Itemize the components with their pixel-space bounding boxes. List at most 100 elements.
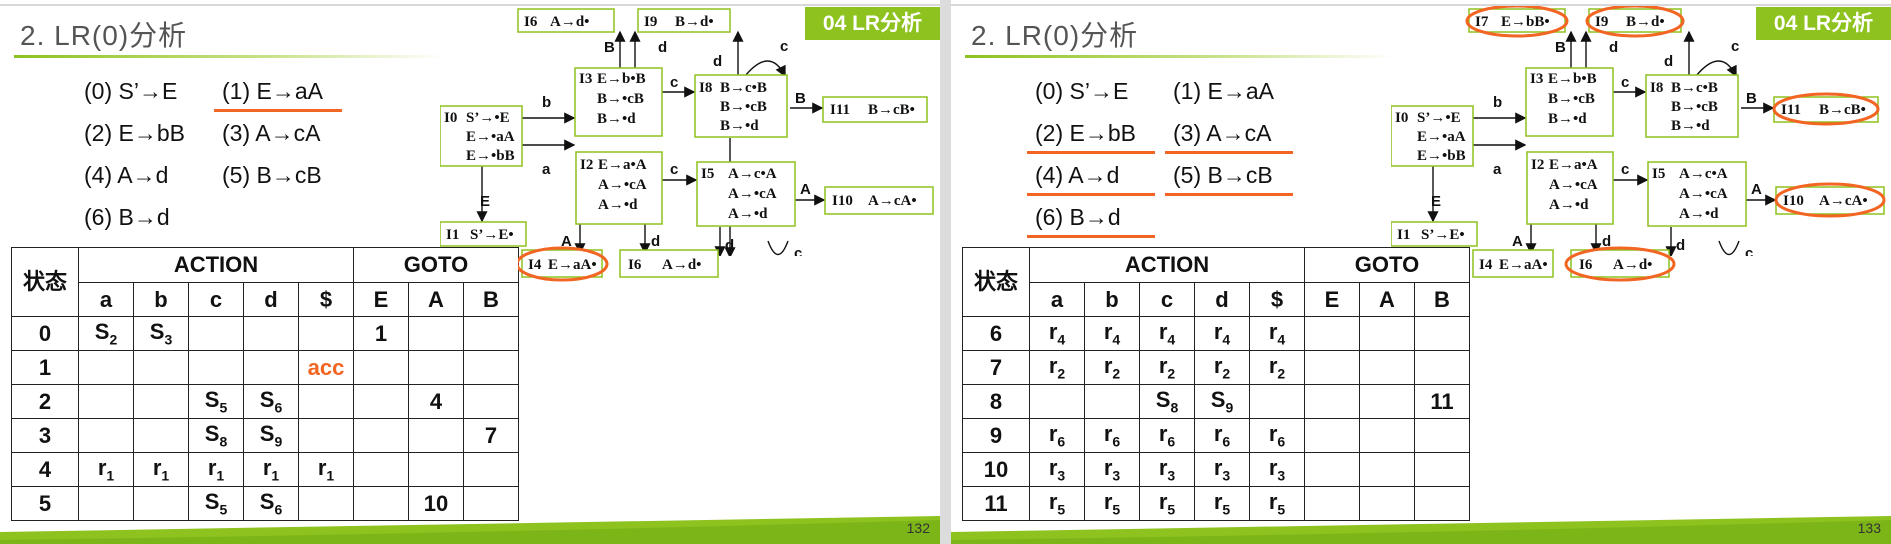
dfa-state-id: I6	[524, 14, 538, 30]
production-3: (3) A→cA	[222, 120, 321, 146]
dfa-state-id: I10	[1783, 193, 1804, 209]
col-header: E	[353, 282, 409, 317]
table-cell	[1304, 418, 1360, 453]
dfa-item: B→d•	[1626, 14, 1665, 30]
table-cell	[243, 350, 299, 385]
dfa-state-id: I8	[699, 80, 712, 96]
table-cell	[1359, 452, 1415, 487]
dfa-item: E→•bB	[1417, 148, 1466, 164]
table-cell	[408, 316, 464, 351]
dfa-item: B→•d	[1548, 111, 1587, 127]
production-6-underline	[1027, 235, 1155, 238]
dfa-item: B→•cB	[720, 99, 767, 115]
dfa-state-id: I2	[1531, 157, 1544, 173]
dfa-item: A→cA•	[868, 193, 917, 209]
table-cell	[78, 418, 134, 453]
edge-label: c	[1621, 74, 1629, 91]
table-cell	[133, 350, 189, 385]
table-cell	[78, 350, 134, 385]
dfa-item: A→•d	[1679, 206, 1719, 222]
table-cell	[1359, 350, 1415, 385]
table-cell	[1414, 316, 1470, 351]
production-6: (6) B→d	[1035, 204, 1121, 230]
production-4-underline	[1027, 193, 1155, 196]
edge-label: E	[480, 193, 490, 210]
dfa-lower-row: I4 E→aA• I6 A→d•	[518, 246, 719, 282]
table-cell: 11	[1414, 384, 1470, 419]
production-2: (2) E→bB	[1035, 120, 1136, 146]
table-row: 4 r1 r1 r1 r1 r1	[11, 452, 519, 487]
edge-label: B	[1555, 39, 1566, 56]
production-0: (0) S’→E	[1035, 78, 1129, 104]
table-cell: 4	[408, 384, 464, 419]
dfa-item: E→b•B	[597, 71, 646, 87]
table-cell	[1414, 350, 1470, 385]
col-header: d	[243, 282, 299, 317]
production-0: (0) S’→E	[84, 78, 178, 104]
slide-132: 04 LR分析 2. LR(0)分析 (0) S’→E (1) E→aA (2)…	[0, 0, 940, 544]
header-action: ACTION	[78, 247, 354, 283]
edge-label: b	[1493, 94, 1502, 111]
table-cell: 7	[463, 418, 519, 453]
state-cell: 4	[11, 452, 79, 487]
dfa-item: A→•cA	[728, 186, 777, 202]
state-cell: 6	[962, 316, 1030, 351]
table-cell	[463, 384, 519, 419]
table-cell: r1	[133, 452, 189, 487]
dfa-state-id: I4	[1479, 257, 1493, 273]
table-row: 6 r4 r4 r4 r4 r4	[962, 316, 1470, 351]
table-cell	[188, 350, 244, 385]
dfa-state-id: I3	[1530, 71, 1543, 87]
table-cell: r2	[1194, 350, 1250, 385]
dfa-item: A→•d	[728, 206, 768, 222]
dfa-item: A→•d	[1549, 197, 1589, 213]
table-cell: S2	[78, 316, 134, 351]
table-cell	[1029, 384, 1085, 419]
edge-label: c	[670, 161, 678, 178]
table-cell: S5	[188, 384, 244, 419]
table-cell: r6	[1029, 418, 1085, 453]
table-cell	[463, 452, 519, 487]
dfa-item: B→•cB	[597, 91, 644, 107]
dfa-item: B→•cB	[1548, 91, 1595, 107]
dfa-item: E→a•A	[598, 157, 647, 173]
production-1: (1) E→aA	[1173, 78, 1274, 104]
table-row: 2 S5 S6 4	[11, 384, 519, 419]
table-body: 6 r4 r4 r4 r4 r4 7 r2 r2 r2 r2 r2 8 S8 S9 11 9 r6 r6 r6 r6 r6…	[962, 316, 1470, 521]
dfa-diagram: E a b A c d B c d A c d B c d I6 A→d• I9…	[440, 8, 934, 256]
col-header: c	[1139, 282, 1195, 317]
col-header: B	[463, 282, 519, 317]
footer-swoosh	[0, 516, 940, 544]
edge-label: d	[713, 53, 722, 70]
header-state: 状态	[962, 247, 1030, 317]
edge-label: a	[542, 161, 551, 178]
dfa-item: B→d•	[675, 14, 714, 30]
production-1: (1) E→aA	[222, 78, 323, 104]
col-header: E	[1304, 282, 1360, 317]
state-cell: 0	[11, 316, 79, 351]
col-header: $	[298, 282, 354, 317]
col-header: b	[133, 282, 189, 317]
dfa-state-id: I11	[1781, 102, 1801, 118]
production-5: (5) B→cB	[1173, 162, 1273, 188]
col-header: B	[1414, 282, 1470, 317]
table-cell: S8	[188, 418, 244, 453]
col-header: a	[1029, 282, 1085, 317]
col-header: $	[1249, 282, 1305, 317]
table-cell	[78, 384, 134, 419]
page-number: 133	[1857, 520, 1881, 536]
table-cell	[408, 350, 464, 385]
table-cell	[298, 316, 354, 351]
dfa-state-id: I8	[1650, 80, 1663, 96]
edge-label: E	[1431, 193, 1441, 210]
table-cell: r1	[243, 452, 299, 487]
edge-label: d	[1664, 53, 1673, 70]
table-cell	[188, 316, 244, 351]
dfa-item: E→a•A	[1549, 157, 1598, 173]
col-header: A	[1359, 282, 1415, 317]
dfa-item: A→•cA	[598, 177, 647, 193]
dfa-item: E→•aA	[1417, 129, 1466, 145]
dfa-state-id: I3	[579, 71, 592, 87]
table-cell: acc	[298, 350, 354, 385]
dfa-item: S’→E•	[470, 227, 514, 243]
